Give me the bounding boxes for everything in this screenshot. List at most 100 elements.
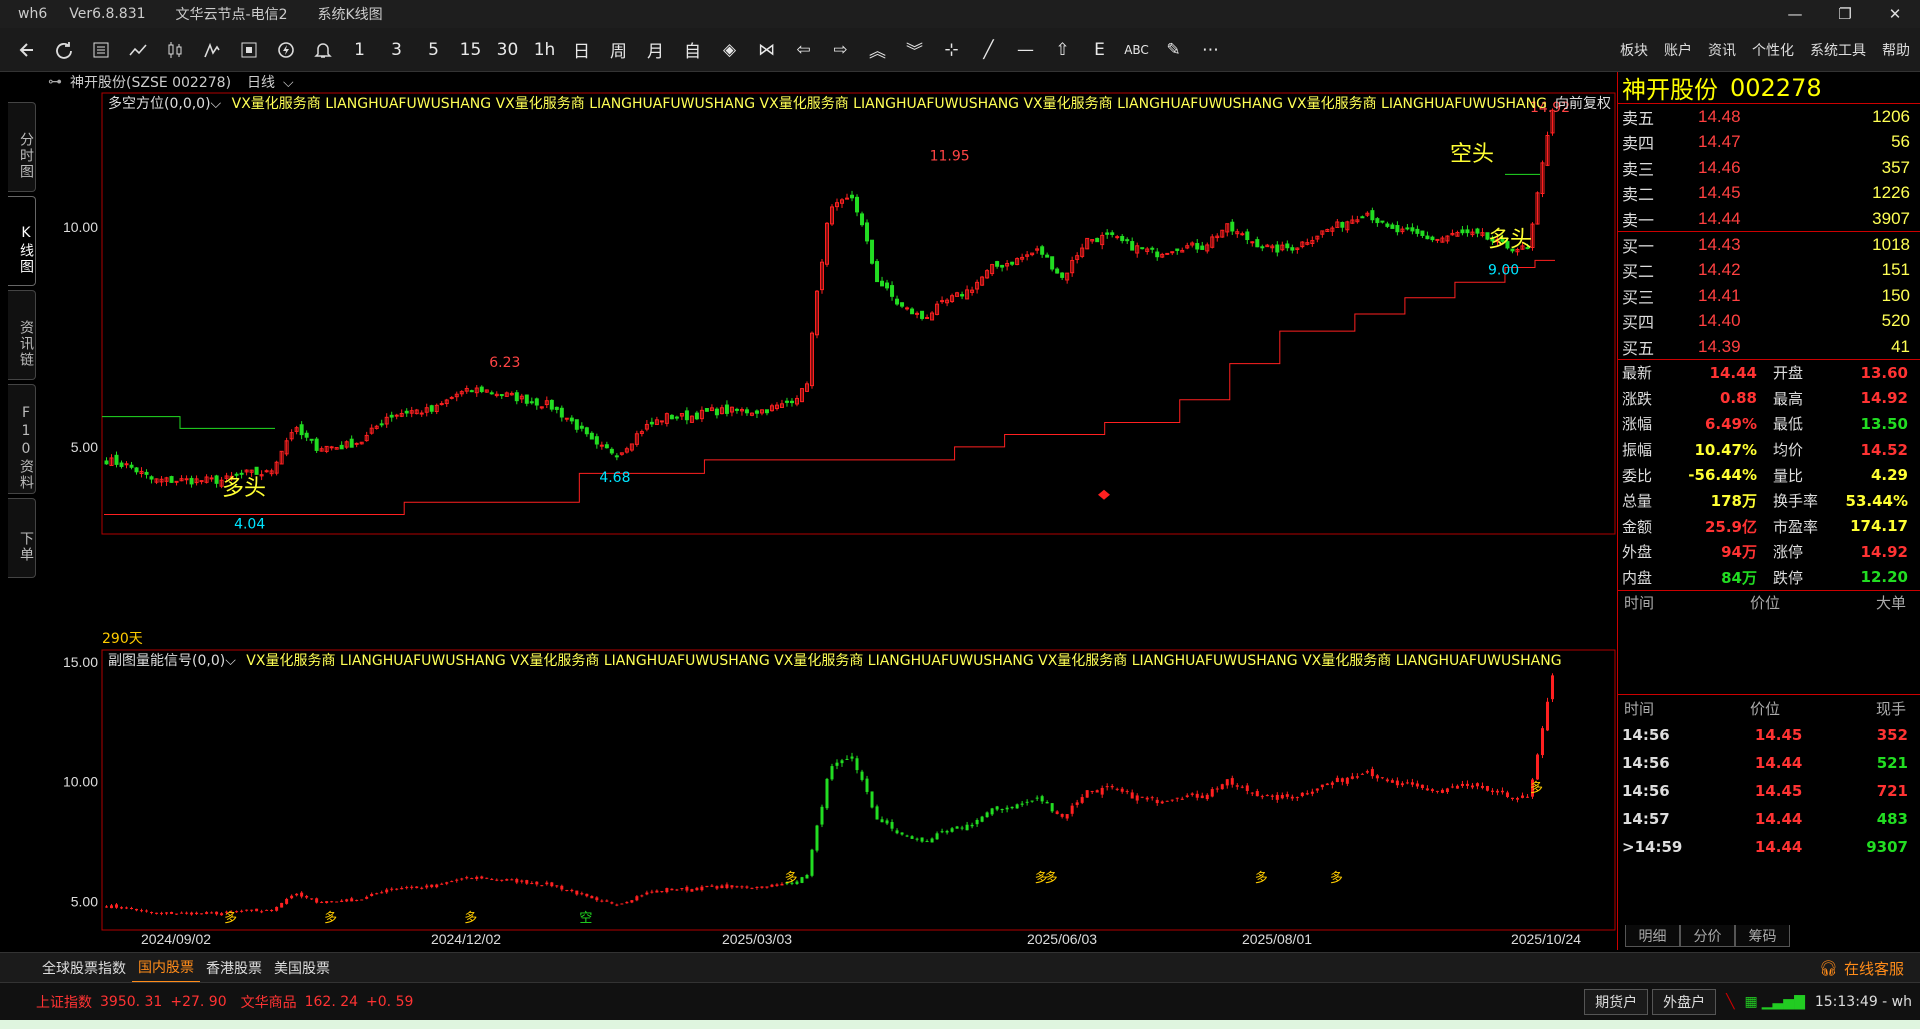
scroll-right-icon[interactable]: ⇨ xyxy=(822,35,859,65)
tab-us[interactable]: 美国股票 xyxy=(268,953,336,983)
zoom-out-icon[interactable]: ⋈ xyxy=(748,35,785,65)
tick-row[interactable]: 14:56 14.45 721 xyxy=(1618,777,1920,805)
volume-signal-body xyxy=(930,838,934,843)
draw-line-icon[interactable]: ╱ xyxy=(970,35,1007,65)
tab-chips[interactable]: 筹码 xyxy=(1735,925,1790,947)
volume-signal-body xyxy=(780,883,784,886)
chevron-down-icon[interactable]: ︾ xyxy=(896,35,933,65)
period-15[interactable]: 15 xyxy=(452,35,489,65)
tick-row[interactable]: 14:56 14.45 352 xyxy=(1618,721,1920,749)
back-icon[interactable] xyxy=(8,35,45,65)
text-e-icon[interactable]: Ε xyxy=(1081,35,1118,65)
chevron-up-icon[interactable]: ︽ xyxy=(859,35,896,65)
main-indicator-title[interactable]: 多空方位(0,0,0)⌵ VX量化服务商 LIANGHUAFUWUSHANG V… xyxy=(108,93,1547,113)
volume-signal-body xyxy=(1500,790,1504,793)
signal-icon[interactable] xyxy=(193,35,230,65)
text-abc-icon[interactable]: ABC xyxy=(1118,35,1155,65)
tab-detail[interactable]: 明细 xyxy=(1625,925,1680,947)
foreign-account-button[interactable]: 外盘户 xyxy=(1652,989,1717,1015)
index2-name[interactable]: 文华商品 xyxy=(241,992,297,1012)
tick-table[interactable]: 14:56 14.45 352 14:56 14.44 521 14:56 14.45 721 1… xyxy=(1618,721,1920,861)
bid-row[interactable]: 买一 14.43 1018 xyxy=(1618,232,1920,258)
tab-global-index[interactable]: 全球股票指数 xyxy=(36,953,132,983)
flash-icon[interactable] xyxy=(267,35,304,65)
bid-row[interactable]: 买二 14.42 151 xyxy=(1618,258,1920,284)
ask-row[interactable]: 卖五 14.48 1206 xyxy=(1618,104,1920,130)
title-bar: wh6 Ver6.8.831 文华云节点-电信2 系统K线图 — ❐ ✕ xyxy=(0,0,1920,28)
candle-icon[interactable] xyxy=(156,35,193,65)
candle-body xyxy=(1150,247,1155,250)
adjust-label[interactable]: 向前复权 xyxy=(1555,93,1611,113)
volume-signal-body xyxy=(1010,806,1014,809)
period-1[interactable]: 1 xyxy=(341,35,378,65)
menu-help[interactable]: 帮助 xyxy=(1882,40,1910,60)
futures-account-button[interactable]: 期货户 xyxy=(1584,989,1649,1015)
tab-hk[interactable]: 香港股票 xyxy=(200,953,268,983)
menu-system-tools[interactable]: 系统工具 xyxy=(1810,40,1866,60)
close-button[interactable]: ✕ xyxy=(1870,0,1920,28)
big-order-list[interactable] xyxy=(1618,615,1920,695)
period-1h[interactable]: 1h xyxy=(526,35,563,65)
tab-domestic[interactable]: 国内股票 xyxy=(132,953,200,983)
up-arrow-icon[interactable]: ⇧ xyxy=(1044,35,1081,65)
chart-area[interactable]: 11.95 6.23 4.68 4.04 14.92 9.00 多头 多头 空头 多多多空多多多… xyxy=(0,72,1617,950)
sub-plot[interactable]: 多多多空多 多多多多多 xyxy=(105,673,1554,926)
volume-signal-body xyxy=(1195,793,1199,798)
quote-row: 内盘 84万 跌停 12.20 xyxy=(1618,565,1920,591)
sub-indicator-name[interactable]: 副图量能信号(0,0) xyxy=(108,653,225,669)
main-indicator-name[interactable]: 多空方位(0,0,0) xyxy=(108,96,211,112)
tick-row[interactable]: >14:59 14.44 9307 xyxy=(1618,833,1920,861)
kline-chart[interactable]: 11.956.234.684.0414.929.00多头多头空头 多多多空多 多多… xyxy=(0,72,1617,950)
menu-personalize[interactable]: 个性化 xyxy=(1752,40,1794,60)
refresh-icon[interactable] xyxy=(45,35,82,65)
crosshair-icon[interactable]: ⊹ xyxy=(933,35,970,65)
period-5[interactable]: 5 xyxy=(415,35,452,65)
zoom-in-icon[interactable]: ◈ xyxy=(711,35,748,65)
bid-row[interactable]: 买四 14.40 520 xyxy=(1618,309,1920,335)
menu-news[interactable]: 资讯 xyxy=(1708,40,1736,60)
hline-icon[interactable]: — xyxy=(1007,35,1044,65)
main-plot[interactable]: 11.956.234.684.0414.929.00多头多头空头 xyxy=(102,100,1570,533)
period-3[interactable]: 3 xyxy=(378,35,415,65)
period-month[interactable]: 月 xyxy=(637,35,674,65)
bid-row[interactable]: 买三 14.41 150 xyxy=(1618,283,1920,309)
volume-signal-body xyxy=(305,896,309,898)
volume-signal-body xyxy=(290,895,294,899)
period-30[interactable]: 30 xyxy=(489,35,526,65)
index1-name[interactable]: 上证指数 xyxy=(36,992,92,1012)
signal-marker: 多 xyxy=(1330,870,1343,886)
tick-row[interactable]: 14:56 14.44 521 xyxy=(1618,749,1920,777)
menu-account[interactable]: 账户 xyxy=(1664,40,1692,60)
candle-body xyxy=(339,444,344,450)
candle-body xyxy=(614,455,619,458)
ask-row[interactable]: 卖四 14.47 56 xyxy=(1618,130,1920,156)
more-icon[interactable]: ⋯ xyxy=(1192,35,1229,65)
scroll-left-icon[interactable]: ⇦ xyxy=(785,35,822,65)
volume-signal-body xyxy=(625,901,629,904)
period-week[interactable]: 周 xyxy=(600,35,637,65)
y-tick-label: 10.00 xyxy=(63,774,98,790)
period-day[interactable]: 日 xyxy=(563,35,600,65)
menu-sector[interactable]: 板块 xyxy=(1620,40,1648,60)
tab-price-dist[interactable]: 分价 xyxy=(1680,925,1735,947)
ask-row[interactable]: 卖一 14.44 3907 xyxy=(1618,206,1920,232)
box-icon[interactable] xyxy=(230,35,267,65)
line-chart-icon[interactable] xyxy=(119,35,156,65)
server-node[interactable]: 文华云节点-电信2 xyxy=(176,4,288,24)
volume-signal-body xyxy=(490,879,494,881)
list-icon[interactable] xyxy=(82,35,119,65)
restore-button[interactable]: ❐ xyxy=(1820,0,1870,28)
resistance-line xyxy=(102,416,275,429)
bid-row[interactable]: 买五 14.39 41 xyxy=(1618,334,1920,360)
bell-icon[interactable] xyxy=(304,35,341,65)
volume-signal-body xyxy=(1470,785,1474,788)
tick-row[interactable]: 14:57 14.44 483 xyxy=(1618,805,1920,833)
ask-row[interactable]: 卖三 14.46 357 xyxy=(1618,155,1920,181)
candle-body xyxy=(189,477,194,485)
online-service-button[interactable]: 🎧︎ 在线客服 xyxy=(1819,953,1904,983)
eraser-icon[interactable]: ✎ xyxy=(1155,35,1192,65)
period-custom[interactable]: 自 xyxy=(674,35,711,65)
sub-indicator-title[interactable]: 副图量能信号(0,0)⌵ VX量化服务商 LIANGHUAFUWUSHANG V… xyxy=(108,650,1562,670)
minimize-button[interactable]: — xyxy=(1770,0,1820,28)
ask-row[interactable]: 卖二 14.45 1226 xyxy=(1618,181,1920,207)
